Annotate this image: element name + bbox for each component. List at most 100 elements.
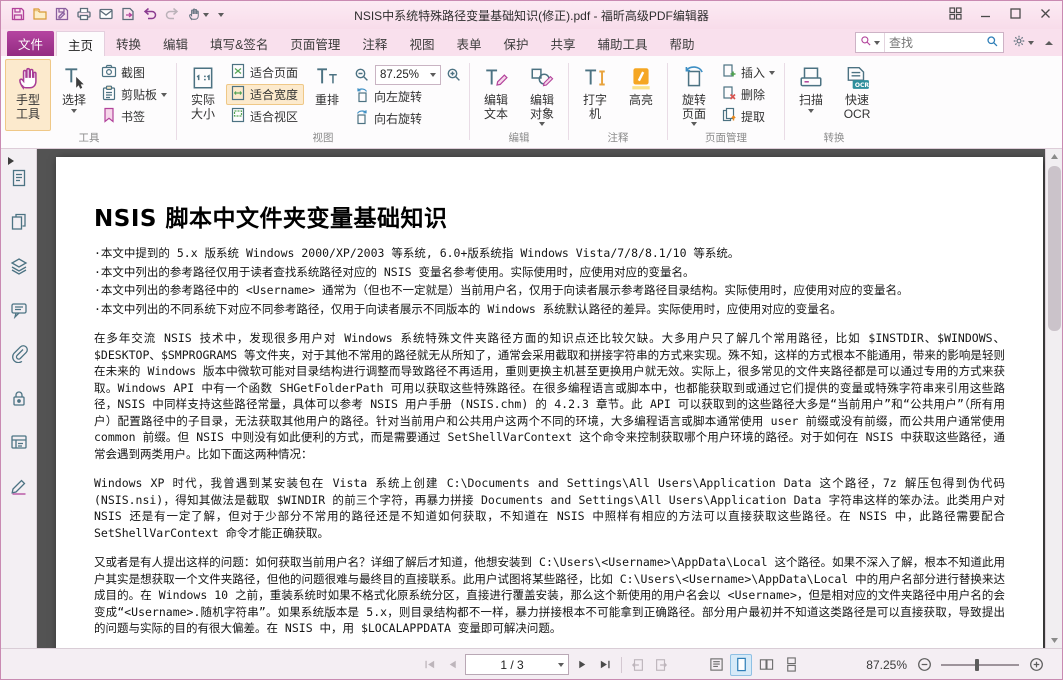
tab-fill-sign[interactable]: 填写&签名: [199, 31, 279, 56]
continuous-view-button[interactable]: [780, 654, 802, 676]
svg-text:OCR: OCR: [855, 82, 870, 89]
tab-share[interactable]: 共享: [539, 31, 586, 56]
pages-panel-button[interactable]: [5, 209, 33, 237]
typewriter-icon: [582, 63, 608, 93]
tab-accessibility[interactable]: 辅助工具: [587, 31, 659, 56]
clipboard-button[interactable]: 剪贴板: [97, 84, 173, 105]
print-icon: [76, 6, 92, 25]
tab-form[interactable]: 表单: [445, 31, 492, 56]
save-button[interactable]: [7, 5, 28, 26]
search-input[interactable]: [885, 36, 981, 50]
bookmark-icon: [101, 107, 117, 126]
zoom-out-button[interactable]: [352, 65, 372, 85]
bookmark-button[interactable]: 书签: [97, 106, 173, 127]
rotate-left-button[interactable]: 向左旋转: [350, 86, 466, 107]
prev-view-button[interactable]: [628, 655, 648, 675]
typewriter-button[interactable]: 打字机: [572, 59, 618, 131]
edit-text-button[interactable]: 编辑文本: [473, 59, 519, 131]
tab-view[interactable]: 视图: [398, 31, 445, 56]
delete-page-button[interactable]: 删除: [717, 84, 781, 105]
actual-size-button[interactable]: 实际大小: [180, 59, 226, 131]
maximize-button[interactable]: [1000, 3, 1030, 27]
fit-page-button[interactable]: 适合页面: [226, 62, 304, 83]
hand-tool-button[interactable]: 手型工具: [5, 59, 51, 131]
zoom-level-combobox[interactable]: 87.25%: [375, 65, 441, 85]
snapshot-button[interactable]: 截图: [97, 62, 173, 83]
outline-panel-button[interactable]: [5, 165, 33, 193]
zoom-out-button[interactable]: [914, 655, 934, 675]
search-scope-button[interactable]: [856, 33, 885, 52]
next-view-button[interactable]: [651, 655, 671, 675]
tab-file[interactable]: 文件: [7, 31, 54, 56]
bullet-line: ·本文中列出的参考路径中的 <Username> 通常为（但也不一定就是）当前用…: [94, 282, 1005, 299]
zoom-slider-handle[interactable]: [975, 659, 979, 671]
security-panel-button[interactable]: [5, 385, 33, 413]
zoom-in-button[interactable]: [1026, 655, 1046, 675]
hand-mode-button[interactable]: [183, 5, 213, 26]
fit-width-button[interactable]: 适合宽度: [226, 84, 304, 105]
select-tool-button[interactable]: 选择: [51, 59, 97, 131]
insert-page-button[interactable]: 插入: [717, 62, 781, 83]
switch-ui-button[interactable]: [940, 3, 970, 27]
undo-button[interactable]: [139, 5, 160, 26]
first-page-button[interactable]: [419, 655, 439, 675]
chevron-down-icon: [430, 73, 436, 77]
open-button[interactable]: [29, 5, 50, 26]
redo-button[interactable]: [161, 5, 182, 26]
minimize-button[interactable]: [970, 3, 1000, 27]
vertical-scrollbar[interactable]: [1045, 149, 1062, 648]
facing-pages-view-button[interactable]: [755, 654, 777, 676]
highlight-label: 高亮: [629, 93, 653, 107]
signature-panel-button[interactable]: [5, 473, 33, 501]
tab-protect[interactable]: 保护: [492, 31, 539, 56]
tab-help[interactable]: 帮助: [659, 31, 706, 56]
page-number-input[interactable]: [470, 658, 554, 672]
edit-object-button[interactable]: 编辑对象: [519, 59, 565, 131]
tab-convert[interactable]: 转换: [105, 31, 152, 56]
quick-ocr-button[interactable]: OCR 快速OCR: [834, 59, 880, 131]
insert-page-label: 插入: [741, 64, 765, 81]
navigation-sidebar: [1, 149, 37, 648]
rotate-pages-button[interactable]: 旋转页面: [671, 59, 717, 131]
close-button[interactable]: [1030, 3, 1060, 27]
scroll-up-button[interactable]: [1046, 149, 1063, 164]
scroll-down-button[interactable]: [1046, 633, 1063, 648]
prev-page-button[interactable]: [442, 655, 462, 675]
chevron-down-icon: [1028, 41, 1034, 45]
search-go-button[interactable]: [981, 33, 1003, 52]
fit-visible-button[interactable]: 适合视区: [226, 106, 304, 127]
attachments-panel-button[interactable]: [5, 341, 33, 369]
zoom-slider[interactable]: [941, 655, 1019, 675]
reflow-button[interactable]: 重排: [304, 59, 350, 131]
qat-customize-button[interactable]: [214, 5, 228, 26]
tab-home[interactable]: 主页: [56, 31, 105, 56]
layers-panel-button[interactable]: [5, 253, 33, 281]
single-page-view-button[interactable]: [730, 654, 752, 676]
save-icon: [10, 6, 26, 25]
expand-panel-button[interactable]: [7, 155, 15, 169]
settings-button[interactable]: [1009, 32, 1037, 53]
last-page-button[interactable]: [595, 655, 615, 675]
comments-panel-button[interactable]: [5, 297, 33, 325]
scan-button[interactable]: 扫描: [788, 59, 834, 131]
tab-edit[interactable]: 编辑: [152, 31, 199, 56]
save-as-button[interactable]: [51, 5, 72, 26]
extract-page-button[interactable]: 提取: [717, 106, 781, 127]
export-button[interactable]: [117, 5, 138, 26]
edit-text-label: 编辑文本: [479, 93, 513, 121]
collapse-ribbon-button[interactable]: [1042, 39, 1056, 47]
hand-tool-icon: [15, 63, 41, 93]
next-page-button[interactable]: [572, 655, 592, 675]
fields-panel-button[interactable]: [5, 429, 33, 457]
hand-tool-label: 手型工具: [11, 93, 45, 121]
reading-mode-button[interactable]: [705, 654, 727, 676]
rotate-right-button[interactable]: 向右旋转: [350, 108, 466, 129]
tab-comment[interactable]: 注释: [351, 31, 398, 56]
highlight-button[interactable]: 高亮: [618, 59, 664, 131]
zoom-in-button[interactable]: [444, 65, 464, 85]
document-area[interactable]: NSIS 脚本中文件夹变量基础知识 ·本文中提到的 5.x 版系统 Window…: [37, 149, 1045, 648]
scrollbar-thumb[interactable]: [1048, 166, 1061, 331]
print-button[interactable]: [73, 5, 94, 26]
tab-organize[interactable]: 页面管理: [279, 31, 351, 56]
mail-button[interactable]: [95, 5, 116, 26]
